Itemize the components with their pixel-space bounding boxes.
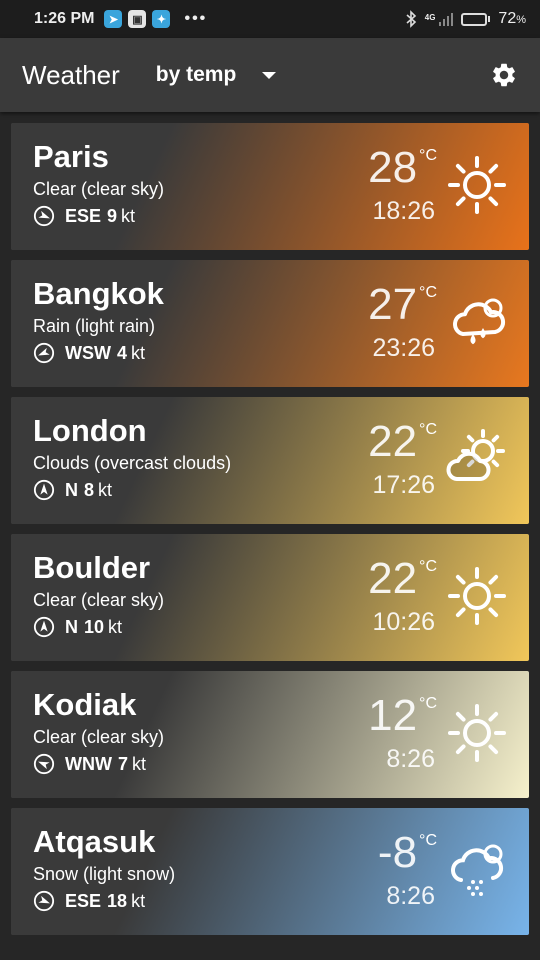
wind-direction-icon (33, 342, 55, 364)
wind-info: WSW 4 kt (33, 342, 145, 364)
battery-percent: 72% (498, 10, 526, 27)
city-list: Paris Clear (clear sky) ESE 9 kt 28 °C 1… (0, 112, 540, 935)
wind-speed: 9 (107, 205, 118, 226)
weather-description: Clouds (overcast clouds) (33, 453, 232, 473)
sun-icon (448, 567, 506, 625)
temperature: 22 (368, 417, 418, 466)
wind-direction-icon (33, 890, 55, 912)
network-type: 4G (424, 12, 436, 22)
wind-unit: kt (108, 616, 123, 637)
temperature-unit: °C (419, 558, 437, 575)
app-title: Weather (22, 59, 120, 90)
city-name: Paris (33, 139, 109, 174)
wind-speed: 18 (107, 890, 128, 911)
sun-icon (448, 704, 506, 762)
sort-dropdown[interactable]: by temp (156, 63, 277, 87)
city-name: Kodiak (33, 687, 137, 722)
city-card[interactable]: London Clouds (overcast clouds) N 8 kt 2… (11, 397, 529, 524)
telegram-icon: ➤ (104, 10, 123, 28)
wind-speed: 8 (84, 479, 95, 500)
wind-direction-icon (33, 479, 55, 501)
wind-info: ESE 9 kt (33, 205, 135, 227)
temperature: 27 (368, 280, 418, 329)
temperature-block: 22 °C 17:26 (368, 419, 437, 500)
local-time: 8:26 (386, 882, 435, 910)
cloud-snow-icon (451, 844, 504, 896)
lock-app-icon: ▣ (128, 10, 147, 28)
wind-direction: WSW (65, 342, 111, 363)
wind-unit: kt (131, 342, 146, 363)
temperature: 12 (368, 691, 418, 740)
sort-label: by temp (155, 63, 237, 86)
wind-direction: N (65, 616, 78, 637)
wind-speed: 10 (84, 616, 105, 637)
status-time: 1:26 PM (34, 10, 95, 27)
wind-info: ESE 18 kt (33, 890, 145, 912)
city-card[interactable]: Paris Clear (clear sky) ESE 9 kt 28 °C 1… (11, 123, 529, 250)
temperature-block: -8 °C 8:26 (378, 830, 437, 911)
local-time: 8:26 (386, 745, 435, 773)
wind-speed: 7 (117, 753, 128, 774)
wind-direction: N (65, 479, 78, 500)
temperature: 28 (368, 143, 418, 192)
temperature-unit: °C (419, 147, 437, 164)
city-card[interactable]: Boulder Clear (clear sky) N 10 kt 22 °C … (11, 534, 529, 661)
chevron-down-icon (262, 71, 277, 79)
wind-unit: kt (132, 753, 147, 774)
twitter-icon: ✦ (152, 10, 171, 28)
temperature-unit: °C (419, 284, 437, 301)
temperature-unit: °C (419, 695, 437, 712)
cloud-sun-icon (446, 429, 505, 481)
wind-direction-icon (33, 205, 55, 227)
city-name: Boulder (33, 550, 151, 585)
gear-icon[interactable] (490, 61, 518, 89)
temperature-block: 28 °C 18:26 (368, 145, 437, 226)
city-card[interactable]: Kodiak Clear (clear sky) WNW 7 kt 12 °C … (11, 671, 529, 798)
temperature-block: 22 °C 10:26 (368, 556, 437, 637)
wind-direction-icon (33, 616, 55, 638)
wind-direction: WNW (65, 753, 112, 774)
temperature-unit: °C (419, 832, 437, 849)
wind-info: N 10 kt (33, 616, 122, 638)
temperature: -8 (377, 828, 418, 877)
wind-unit: kt (121, 205, 136, 226)
city-card[interactable]: Bangkok Rain (light rain) WSW 4 kt 27 °C… (11, 260, 529, 387)
temperature-unit: °C (419, 421, 437, 438)
city-name: London (33, 413, 147, 448)
temperature: 22 (368, 554, 418, 603)
wind-unit: kt (98, 479, 113, 500)
more-notifications-icon: ••• (184, 10, 208, 27)
wind-direction-icon (33, 753, 55, 775)
bluetooth-icon (406, 10, 416, 28)
weather-description: Rain (light rain) (33, 316, 156, 336)
wind-unit: kt (131, 890, 146, 911)
city-name: Bangkok (33, 276, 164, 311)
signal-icon: 4G (424, 12, 454, 26)
local-time: 18:26 (372, 197, 435, 225)
temperature-block: 27 °C 23:26 (368, 282, 437, 363)
local-time: 17:26 (372, 471, 435, 499)
wind-direction: ESE (65, 205, 102, 226)
wind-direction: ESE (65, 890, 102, 911)
city-card[interactable]: Atqasuk Snow (light snow) ESE 18 kt -8 °… (11, 808, 529, 935)
status-bar: 1:26 PM ➤ ▣ ✦ ••• 4G 72% (0, 0, 540, 38)
app-bar: Weather by temp (0, 38, 540, 112)
weather-description: Clear (clear sky) (33, 727, 165, 747)
wind-info: WNW 7 kt (33, 753, 146, 775)
local-time: 10:26 (372, 608, 435, 636)
local-time: 23:26 (372, 334, 435, 362)
weather-description: Snow (light snow) (33, 864, 176, 884)
wind-speed: 4 (116, 342, 127, 363)
weather-description: Clear (clear sky) (33, 179, 165, 199)
city-name: Atqasuk (33, 824, 156, 859)
sun-icon (448, 156, 506, 214)
wind-info: N 8 kt (33, 479, 112, 501)
battery-icon (461, 12, 491, 26)
weather-description: Clear (clear sky) (33, 590, 165, 610)
cloud-rain-icon (453, 298, 506, 345)
temperature-block: 12 °C 8:26 (368, 693, 437, 774)
